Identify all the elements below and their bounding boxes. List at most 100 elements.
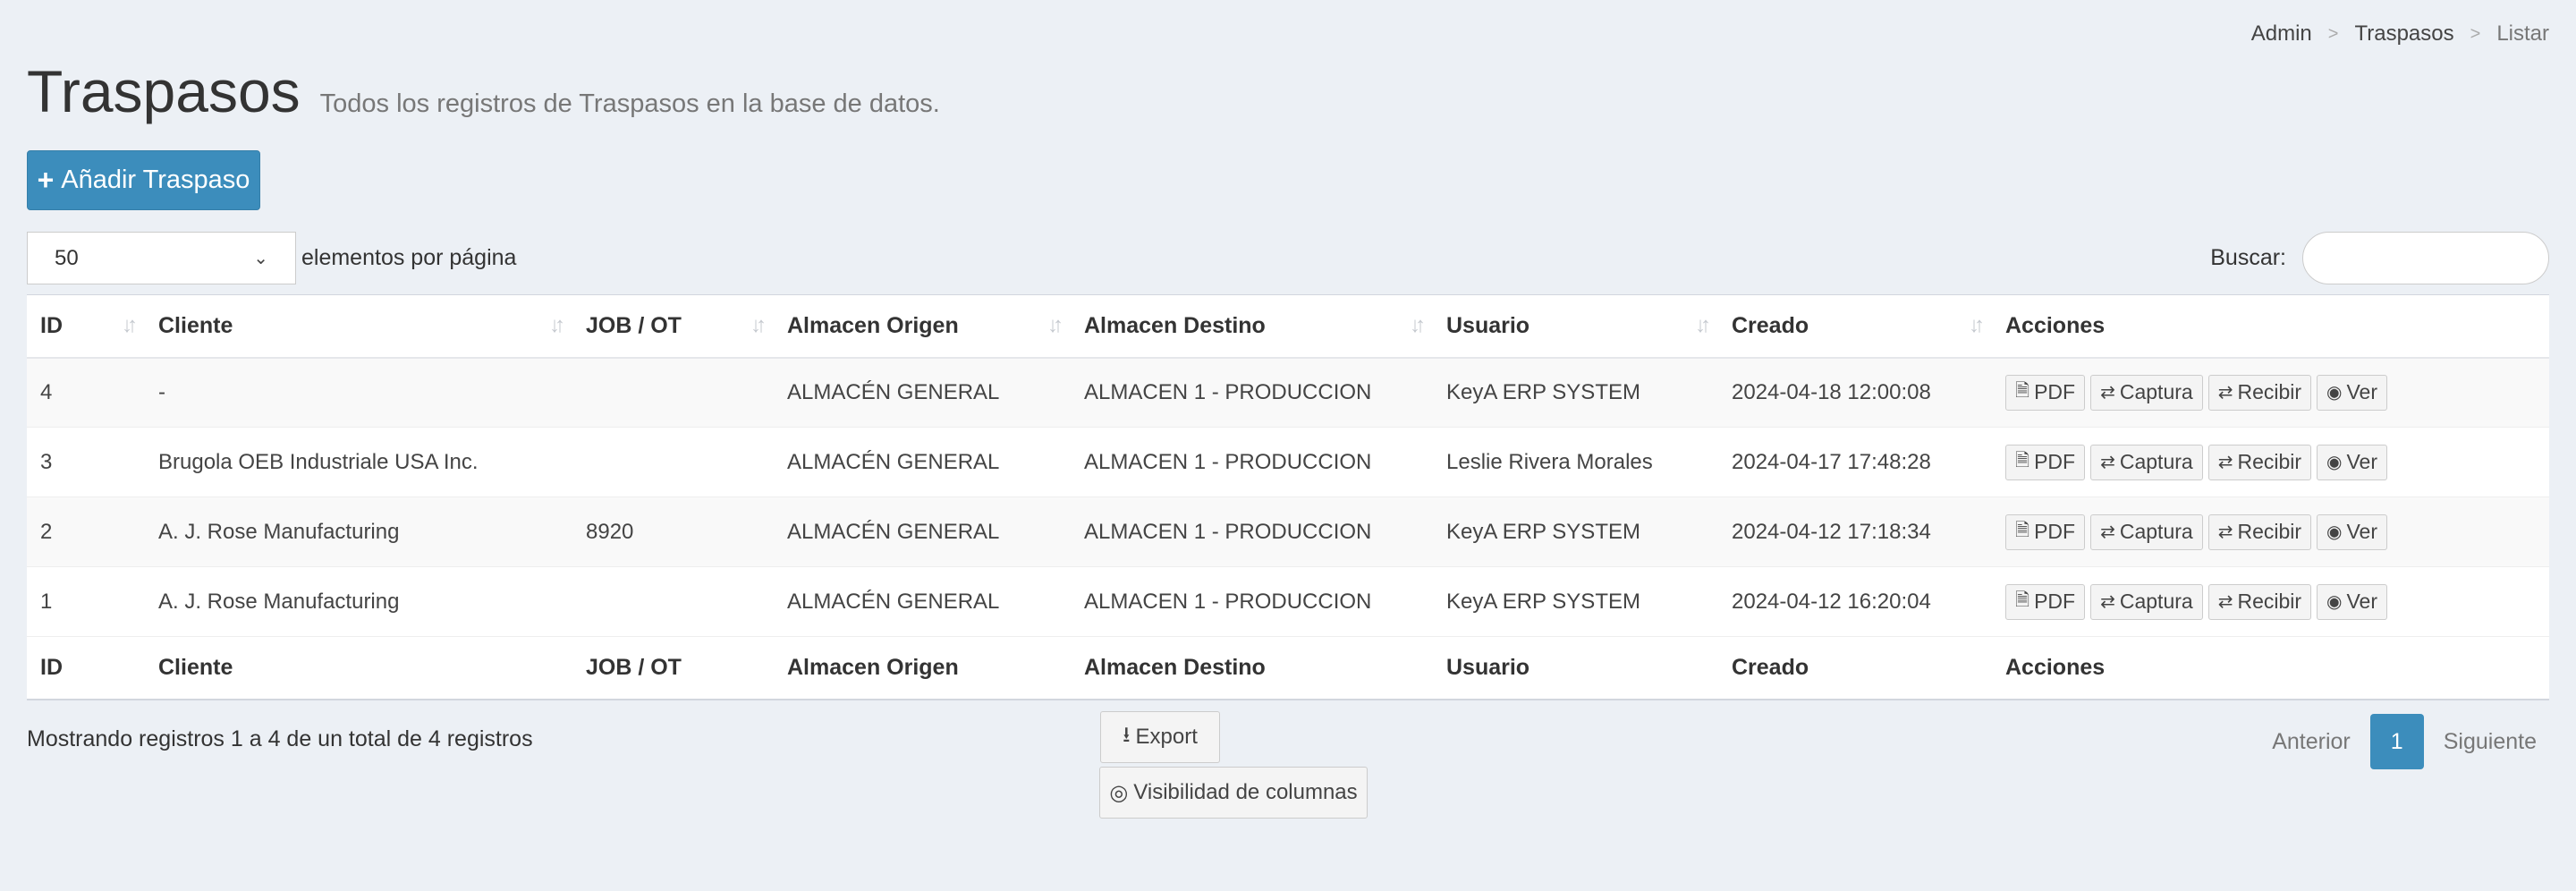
- sort-icon: ↓↑: [750, 313, 767, 338]
- table-row: 3 Brugola OEB Industriale USA Inc. ALMAC…: [27, 427, 2549, 497]
- plus-icon: +: [37, 164, 55, 196]
- captura-button[interactable]: ⇄ Captura: [2090, 513, 2203, 550]
- pdf-button[interactable]: 🗎 PDF: [2005, 374, 2086, 411]
- cell-id: 4: [27, 357, 145, 428]
- cell-cliente: -: [145, 357, 572, 428]
- footer-header-job: JOB / OT: [572, 636, 774, 700]
- sort-icon: ↓↑: [1695, 313, 1711, 338]
- file-pdf-icon: 🗎: [2015, 450, 2030, 471]
- sort-icon: ↓↑: [549, 313, 565, 338]
- footer-header-usuario: Usuario: [1433, 636, 1718, 700]
- chevron-down-icon: ⌄: [253, 249, 268, 268]
- column-header-destino[interactable]: Almacen Destino ↓↑: [1071, 294, 1433, 359]
- column-header-usuario[interactable]: Usuario ↓↑: [1433, 294, 1718, 359]
- ver-button[interactable]: ◉ Ver: [2317, 583, 2388, 620]
- page-title: Traspasos: [27, 58, 301, 124]
- eye-slash-icon: ◎: [1109, 780, 1129, 805]
- pagination-page-current[interactable]: 1: [2369, 714, 2424, 769]
- ver-button[interactable]: ◉ Ver: [2317, 513, 2388, 550]
- cell-origen: ALMACÉN GENERAL: [774, 496, 1071, 567]
- column-visibility-button[interactable]: ◎ Visibilidad de columnas: [1099, 767, 1368, 819]
- cell-destino: ALMACEN 1 - PRODUCCION: [1071, 496, 1433, 567]
- footer-header-destino: Almacen Destino: [1071, 636, 1433, 700]
- page-length-select[interactable]: 50 ⌄: [27, 232, 296, 284]
- download-icon: ⭳: [1123, 722, 1131, 747]
- pagination-next[interactable]: Siguiente: [2424, 729, 2556, 755]
- cell-creado: 2024-04-18 12:00:08: [1718, 357, 1992, 428]
- add-traspaso-button[interactable]: + Añadir Traspaso: [27, 150, 260, 210]
- cell-destino: ALMACEN 1 - PRODUCCION: [1071, 566, 1433, 637]
- captura-button[interactable]: ⇄ Captura: [2090, 374, 2203, 411]
- exchange-icon: ⇄: [2217, 453, 2233, 472]
- exchange-icon: ⇄: [2100, 453, 2115, 472]
- captura-button[interactable]: ⇄ Captura: [2090, 444, 2203, 480]
- page-length-value: 50: [55, 245, 79, 270]
- sort-icon: ↓↑: [1410, 313, 1426, 338]
- recibir-button[interactable]: ⇄ Recibir: [2207, 444, 2312, 480]
- breadcrumb: Admin > Traspasos > Listar: [2251, 21, 2549, 47]
- file-pdf-icon: 🗎: [2015, 520, 2030, 540]
- breadcrumb-item-traspasos[interactable]: Traspasos: [2354, 21, 2453, 47]
- table-header-row: ID ↓↑ Cliente ↓↑ JOB / OT ↓↑ Almacen Origen…: [27, 294, 2549, 359]
- page-header: Traspasos Todos los registros de Traspas…: [27, 57, 940, 125]
- cell-job: [572, 357, 774, 428]
- file-pdf-icon: 🗎: [2015, 590, 2030, 610]
- eye-icon: ◉: [2326, 453, 2343, 472]
- search-label: Buscar:: [2210, 245, 2286, 270]
- sort-icon: ↓↑: [1969, 313, 1985, 338]
- breadcrumb-item-admin[interactable]: Admin: [2251, 21, 2312, 47]
- column-header-job[interactable]: JOB / OT ↓↑: [572, 294, 774, 359]
- breadcrumb-item-listar: Listar: [2496, 21, 2549, 46]
- cell-job: 8920: [572, 496, 774, 567]
- cell-usuario: KeyA ERP SYSTEM: [1433, 357, 1718, 428]
- exchange-icon: ⇄: [2217, 592, 2233, 612]
- cell-acciones: 🗎 PDF ⇄ Captura ⇄ Recibir ◉ Ver: [1992, 427, 2549, 497]
- cell-job: [572, 566, 774, 637]
- pagination: Anterior 1 Siguiente: [2252, 714, 2556, 769]
- cell-cliente: Brugola OEB Industriale USA Inc.: [145, 427, 572, 497]
- table-row: 2 A. J. Rose Manufacturing 8920 ALMACÉN …: [27, 496, 2549, 567]
- cell-cliente: A. J. Rose Manufacturing: [145, 496, 572, 567]
- page-length-label: elementos por página: [301, 245, 517, 270]
- breadcrumb-separator-icon: >: [2327, 23, 2339, 44]
- recibir-button[interactable]: ⇄ Recibir: [2207, 513, 2312, 550]
- exchange-icon: ⇄: [2100, 592, 2115, 612]
- pdf-button[interactable]: 🗎 PDF: [2005, 444, 2086, 480]
- cell-destino: ALMACEN 1 - PRODUCCION: [1071, 427, 1433, 497]
- recibir-button[interactable]: ⇄ Recibir: [2207, 583, 2312, 620]
- pagination-previous[interactable]: Anterior: [2252, 729, 2370, 755]
- cell-destino: ALMACEN 1 - PRODUCCION: [1071, 357, 1433, 428]
- column-header-id[interactable]: ID ↓↑: [27, 294, 145, 359]
- recibir-button[interactable]: ⇄ Recibir: [2207, 374, 2312, 411]
- page-length-control: 50 ⌄ elementos por página: [27, 232, 516, 284]
- cell-acciones: 🗎 PDF ⇄ Captura ⇄ Recibir ◉ Ver: [1992, 357, 2549, 428]
- cell-origen: ALMACÉN GENERAL: [774, 566, 1071, 637]
- footer-header-origen: Almacen Origen: [774, 636, 1071, 700]
- pdf-button[interactable]: 🗎 PDF: [2005, 583, 2086, 620]
- column-header-creado[interactable]: Creado ↓↑: [1718, 294, 1992, 359]
- cell-usuario: KeyA ERP SYSTEM: [1433, 496, 1718, 567]
- table-footer-row: ID Cliente JOB / OT Almacen Origen Almac…: [27, 636, 2549, 700]
- page-subtitle: Todos los registros de Traspasos en la b…: [319, 89, 940, 118]
- eye-icon: ◉: [2326, 592, 2343, 612]
- pdf-button[interactable]: 🗎 PDF: [2005, 513, 2086, 550]
- cell-origen: ALMACÉN GENERAL: [774, 427, 1071, 497]
- table-row: 4 - ALMACÉN GENERAL ALMACEN 1 - PRODUCCI…: [27, 357, 2549, 428]
- sort-icon: ↓↑: [1047, 313, 1063, 338]
- ver-button[interactable]: ◉ Ver: [2317, 444, 2388, 480]
- cell-creado: 2024-04-12 16:20:04: [1718, 566, 1992, 637]
- captura-button[interactable]: ⇄ Captura: [2090, 583, 2203, 620]
- cell-usuario: KeyA ERP SYSTEM: [1433, 566, 1718, 637]
- exchange-icon: ⇄: [2217, 383, 2233, 403]
- exchange-icon: ⇄: [2100, 383, 2115, 403]
- file-pdf-icon: 🗎: [2015, 380, 2030, 401]
- column-header-cliente[interactable]: Cliente ↓↑: [145, 294, 572, 359]
- breadcrumb-separator-icon: >: [2470, 23, 2481, 44]
- ver-button[interactable]: ◉ Ver: [2317, 374, 2388, 411]
- cell-id: 1: [27, 566, 145, 637]
- export-button[interactable]: ⭳ Export: [1100, 711, 1220, 763]
- search-input[interactable]: [2302, 232, 2549, 284]
- eye-icon: ◉: [2326, 522, 2343, 542]
- column-header-origen[interactable]: Almacen Origen ↓↑: [774, 294, 1071, 359]
- cell-acciones: 🗎 PDF ⇄ Captura ⇄ Recibir ◉ Ver: [1992, 496, 2549, 567]
